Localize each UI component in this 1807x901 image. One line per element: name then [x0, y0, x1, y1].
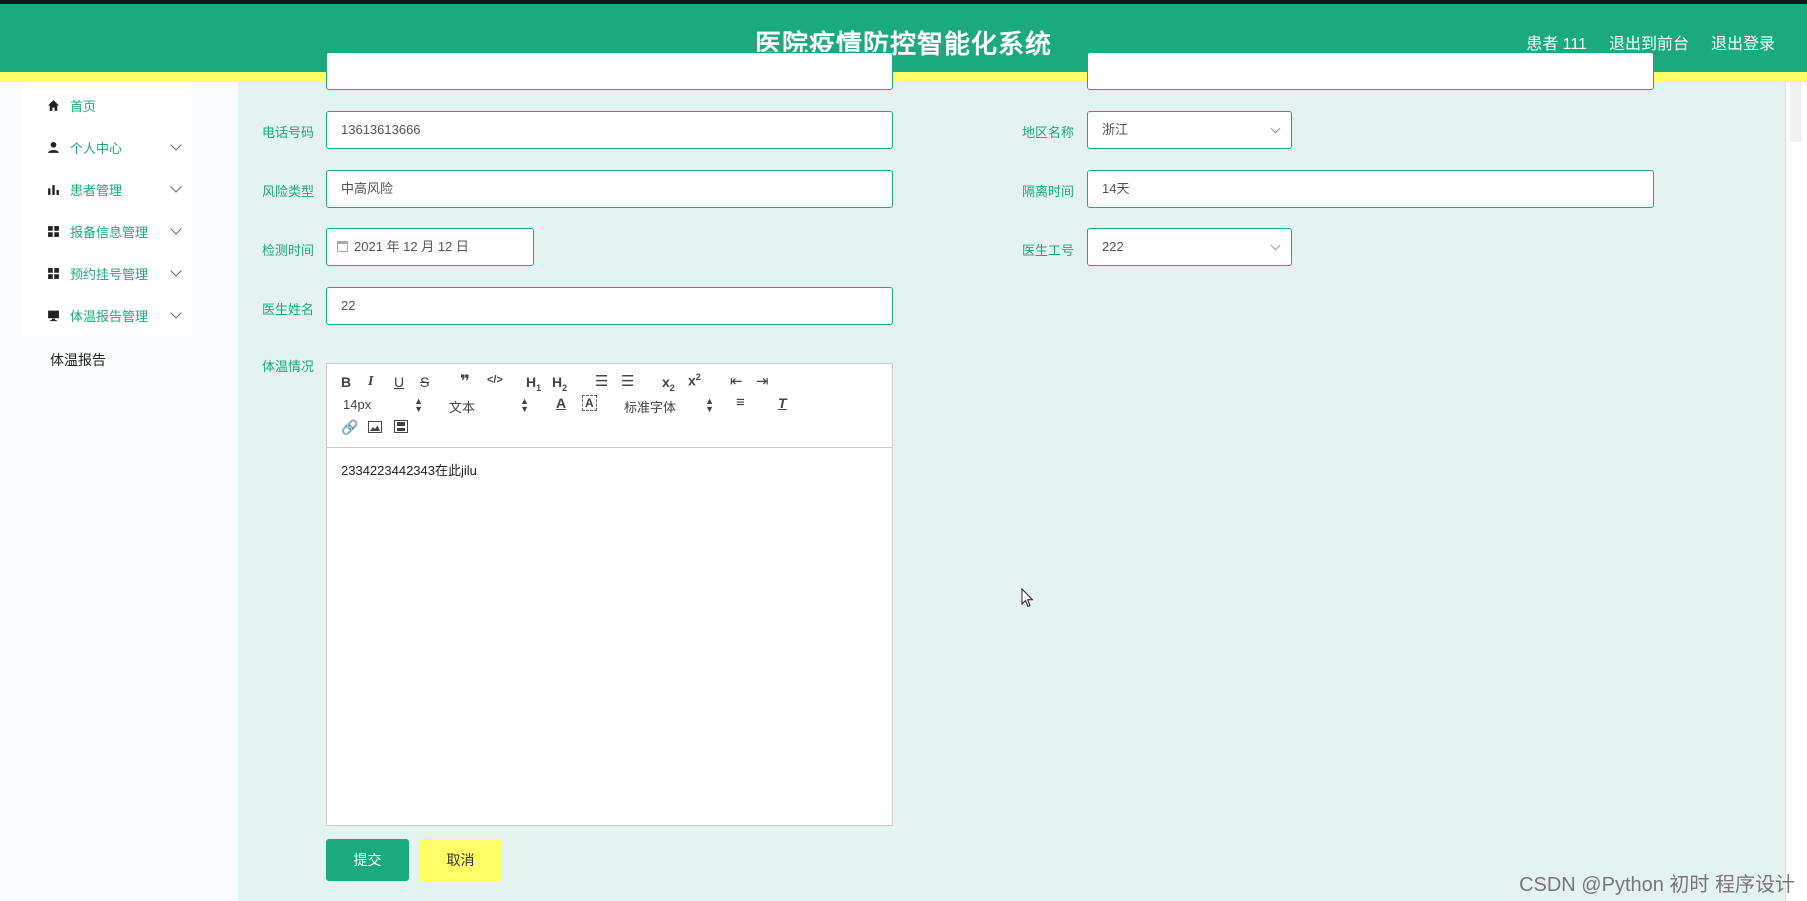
- region-label: 地区名称: [1022, 125, 1075, 140]
- updown-arrows-icon: ▲ ▼: [414, 396, 423, 414]
- header-actions: 患者 111 退出到前台 退出登录: [1526, 30, 1775, 54]
- strikethrough-icon[interactable]: S: [420, 374, 429, 390]
- test-time-datepicker[interactable]: 2021 年 12 月 12 日: [326, 228, 534, 266]
- sidebar-item-label: 首页: [70, 98, 97, 114]
- text-style-value: 文本: [449, 400, 476, 415]
- indent-icon[interactable]: ⇥: [756, 372, 769, 390]
- chevron-down-icon: [170, 139, 182, 151]
- font-size-select[interactable]: 14px ▲ ▼: [343, 396, 423, 414]
- risk-label: 风险类型: [262, 184, 315, 199]
- code-icon[interactable]: </>: [487, 374, 503, 386]
- sidebar-item-label: 患者管理: [70, 182, 123, 198]
- font-family-value: 标准字体: [624, 400, 677, 415]
- doctor-name-input[interactable]: 22: [326, 287, 893, 325]
- bullet-list-icon[interactable]: ☰: [621, 372, 634, 390]
- sidebar-item-label: 体温报告管理: [70, 308, 149, 324]
- sidebar-item-temperature-report-management[interactable]: 体温报告管理: [22, 294, 192, 336]
- updown-arrows-icon: ▲ ▼: [520, 396, 529, 414]
- doctor-id-label: 医生工号: [1022, 243, 1075, 258]
- background-color-icon[interactable]: A: [582, 395, 597, 411]
- grid-icon: [46, 266, 60, 280]
- isolation-label: 隔离时间: [1022, 184, 1075, 199]
- font-size-value: 14px: [343, 397, 372, 412]
- sidebar-item-personal-center[interactable]: 个人中心: [22, 126, 192, 168]
- font-family-select[interactable]: 标准字体 ▲ ▼: [624, 397, 714, 416]
- cancel-button[interactable]: 取消: [419, 839, 502, 881]
- grid-icon: [46, 224, 60, 238]
- exit-to-front-link[interactable]: 退出到前台: [1609, 30, 1689, 54]
- editor-content[interactable]: 2334223442343在此jilu: [327, 448, 892, 491]
- superscript-icon[interactable]: x2: [688, 372, 701, 389]
- temperature-label: 体温情况: [262, 359, 315, 374]
- monitor-icon: [46, 308, 60, 322]
- sidebar-item-report-info-management[interactable]: 报备信息管理: [22, 210, 192, 252]
- sidebar-item-home[interactable]: 首页: [22, 84, 192, 126]
- user-icon: [46, 140, 60, 154]
- chevron-down-icon: [170, 265, 182, 277]
- rich-text-editor: B I U S ❞ </> H1 H2 ☰ ☰ x2 x2 ⇤ ⇥ 14px ▲ ▼…: [326, 363, 893, 826]
- sidebar-item-label: 报备信息管理: [70, 224, 149, 240]
- risk-input[interactable]: 中高风险: [326, 170, 893, 208]
- home-icon: [46, 98, 60, 112]
- chevron-down-icon: [170, 181, 182, 193]
- heading-1-icon[interactable]: H1: [526, 374, 541, 393]
- logout-link[interactable]: 退出登录: [1711, 30, 1775, 54]
- submit-button[interactable]: 提交: [326, 839, 409, 881]
- subscript-icon[interactable]: x2: [662, 374, 675, 393]
- chevron-down-icon: [1270, 123, 1281, 134]
- blockquote-icon[interactable]: ❞: [460, 372, 470, 392]
- doctor-id-value: 222: [1102, 239, 1124, 254]
- editor-toolbar: B I U S ❞ </> H1 H2 ☰ ☰ x2 x2 ⇤ ⇥ 14px ▲ ▼…: [327, 364, 892, 448]
- chevron-down-icon: [170, 307, 182, 319]
- video-icon[interactable]: [394, 420, 408, 436]
- outdent-icon[interactable]: ⇤: [730, 372, 743, 390]
- phone-input[interactable]: 13613613666: [326, 111, 893, 149]
- text-style-select[interactable]: 文本 ▲ ▼: [449, 397, 529, 416]
- link-icon[interactable]: 🔗: [341, 419, 358, 436]
- bar-chart-icon: [46, 182, 60, 196]
- italic-icon[interactable]: I: [368, 374, 373, 390]
- ordered-list-icon[interactable]: ☰: [595, 372, 608, 390]
- clear-format-icon[interactable]: T: [778, 395, 787, 411]
- chevron-down-icon: [1270, 240, 1281, 251]
- region-value: 浙江: [1102, 122, 1129, 137]
- test-time-value: 2021 年 12 月 12 日: [354, 239, 469, 254]
- mouse-cursor-icon: [1021, 587, 1034, 611]
- font-color-icon[interactable]: A: [556, 395, 566, 411]
- underline-icon[interactable]: U: [394, 374, 404, 390]
- test-time-label: 检测时间: [262, 243, 315, 258]
- sidebar-item-appointment-management[interactable]: 预约挂号管理: [22, 252, 192, 294]
- watermark: CSDN @Python 初时 程序设计: [1519, 874, 1795, 896]
- scrollbar-thumb[interactable]: [1790, 82, 1802, 142]
- heading-2-icon[interactable]: H2: [552, 374, 567, 393]
- calendar-icon: [337, 241, 348, 252]
- region-select[interactable]: 浙江: [1087, 111, 1292, 149]
- sidebar-item-patient-management[interactable]: 患者管理: [22, 168, 192, 210]
- bold-icon[interactable]: B: [341, 374, 351, 390]
- user-name[interactable]: 患者 111: [1526, 30, 1587, 54]
- sidebar-item-label: 个人中心: [70, 140, 123, 156]
- doctor-id-select[interactable]: 222: [1087, 228, 1292, 266]
- hidden-top-field-left[interactable]: [326, 52, 893, 90]
- doctor-name-label: 医生姓名: [262, 302, 315, 317]
- scrollbar[interactable]: [1785, 82, 1807, 901]
- chevron-down-icon: [170, 223, 182, 235]
- sidebar-subitem-temperature-report[interactable]: 体温报告: [22, 340, 192, 380]
- updown-arrows-icon: ▲ ▼: [705, 396, 714, 414]
- isolation-input[interactable]: 14天: [1087, 170, 1654, 208]
- align-icon[interactable]: ≡: [736, 394, 745, 411]
- sidebar-menu: 首页 个人中心 患者管理 报备信息管理 预约挂号管理 体温报告管理: [22, 84, 192, 336]
- sidebar-item-label: 预约挂号管理: [70, 266, 149, 282]
- hidden-top-field-right[interactable]: [1087, 52, 1654, 90]
- image-icon[interactable]: [368, 420, 382, 436]
- phone-label: 电话号码: [262, 125, 315, 140]
